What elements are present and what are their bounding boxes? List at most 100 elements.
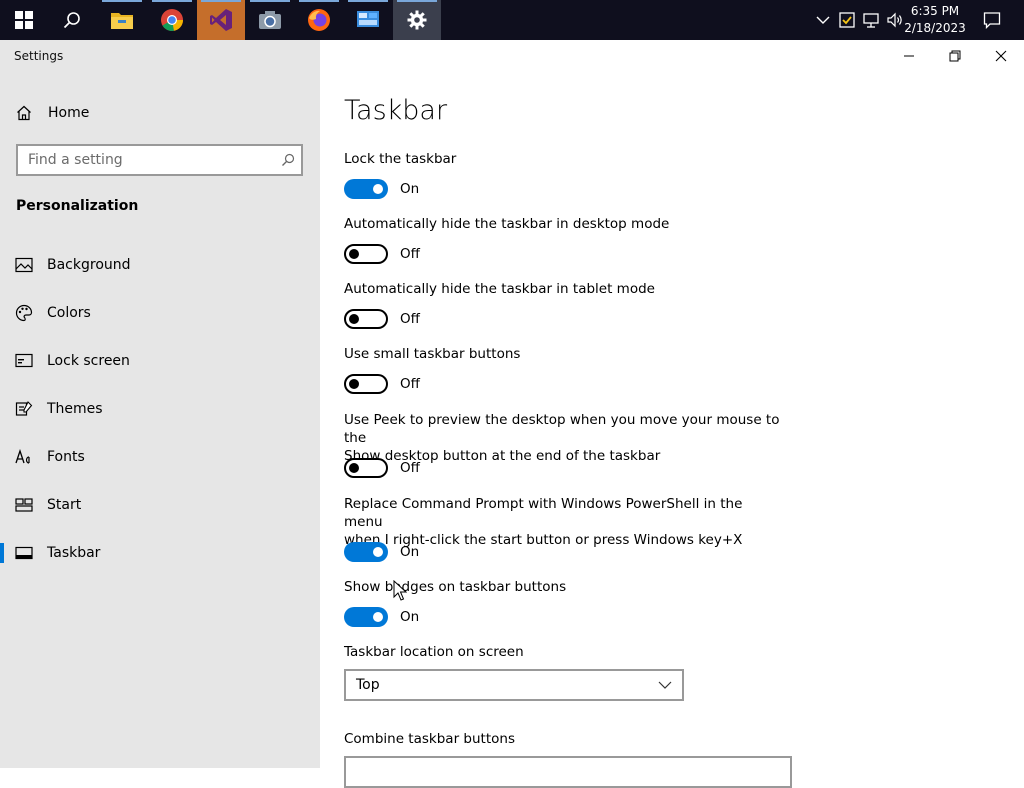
toggle-knob bbox=[373, 184, 383, 194]
sidebar: Settings Home Personalization bbox=[0, 40, 320, 768]
lock-taskbar-label: Lock the taskbar bbox=[344, 151, 457, 167]
badges-toggle[interactable] bbox=[344, 607, 388, 627]
toggle-state-text: Off bbox=[400, 246, 420, 262]
sidebar-item-fonts[interactable]: Fonts bbox=[0, 437, 320, 477]
combine-buttons-dropdown[interactable] bbox=[344, 756, 792, 788]
lock-screen-icon bbox=[0, 353, 47, 369]
clock-button[interactable]: 6:35 PM 2/18/2023 bbox=[900, 3, 970, 37]
sidebar-item-label: Taskbar bbox=[47, 545, 101, 561]
toggle-knob bbox=[349, 249, 359, 259]
file-explorer-button[interactable] bbox=[98, 0, 146, 40]
minimize-icon bbox=[904, 55, 914, 57]
powershell-toggle-row: On bbox=[344, 541, 419, 563]
notifications-icon bbox=[983, 12, 1001, 29]
restore-icon bbox=[949, 50, 961, 62]
sidebar-item-label: Start bbox=[47, 497, 82, 513]
combine-label: Combine taskbar buttons bbox=[344, 731, 515, 747]
taskbar-location-dropdown[interactable]: Top bbox=[344, 669, 684, 701]
taskbar-icon bbox=[0, 546, 47, 560]
search-icon[interactable] bbox=[281, 152, 295, 171]
start-button[interactable] bbox=[0, 0, 48, 40]
badges-label: Show badges on taskbar buttons bbox=[344, 579, 567, 595]
sidebar-item-label: Colors bbox=[47, 305, 91, 321]
dropdown-value: Top bbox=[356, 677, 380, 693]
toggle-state-text: Off bbox=[400, 376, 420, 392]
network-button[interactable] bbox=[860, 0, 882, 40]
small-buttons-toggle[interactable] bbox=[344, 374, 388, 394]
home-icon bbox=[0, 105, 48, 121]
sidebar-item-label: Themes bbox=[47, 401, 103, 417]
sidebar-item-colors[interactable]: Colors bbox=[0, 293, 320, 333]
toggle-knob bbox=[373, 612, 383, 622]
toggle-knob bbox=[349, 463, 359, 473]
chrome-button[interactable] bbox=[148, 0, 196, 40]
settings-window: Settings Home Personalization bbox=[0, 40, 1024, 788]
peek-label-line1: Use Peek to preview the desktop when you… bbox=[344, 412, 780, 446]
toggle-knob bbox=[349, 314, 359, 324]
search-button[interactable] bbox=[48, 0, 96, 40]
firefox-icon bbox=[308, 9, 330, 31]
badges-toggle-row: On bbox=[344, 606, 419, 628]
toggle-state-text: On bbox=[400, 181, 420, 197]
find-setting-input[interactable] bbox=[18, 146, 270, 174]
start-icon bbox=[15, 11, 33, 29]
toggle-state-text: Off bbox=[400, 460, 420, 476]
autohide-desktop-toggle[interactable] bbox=[344, 244, 388, 264]
autohide-tablet-label: Automatically hide the taskbar in tablet… bbox=[344, 281, 655, 297]
powershell-label-line1: Replace Command Prompt with Windows Powe… bbox=[344, 496, 743, 530]
restore-button[interactable] bbox=[932, 40, 978, 72]
settings-button[interactable] bbox=[393, 0, 441, 40]
sidebar-item-background[interactable]: Background bbox=[0, 245, 320, 285]
file-explorer-icon bbox=[111, 13, 133, 29]
sidebar-item-taskbar[interactable]: Taskbar bbox=[0, 533, 320, 573]
firefox-button[interactable] bbox=[295, 0, 343, 40]
sidebar-item-themes[interactable]: Themes bbox=[0, 389, 320, 429]
sidebar-item-label: Fonts bbox=[47, 449, 85, 465]
toggle-knob bbox=[373, 547, 383, 557]
toggle-state-text: Off bbox=[400, 311, 420, 327]
autohide-desktop-label: Automatically hide the taskbar in deskto… bbox=[344, 216, 670, 232]
close-icon bbox=[995, 50, 1007, 62]
autohide-tablet-toggle-row: Off bbox=[344, 308, 420, 330]
small-buttons-label: Use small taskbar buttons bbox=[344, 346, 521, 362]
clock-time: 6:35 PM bbox=[910, 4, 960, 18]
chevron-down-icon bbox=[658, 681, 672, 689]
control-panel-button[interactable] bbox=[344, 0, 392, 40]
search-box bbox=[16, 144, 303, 176]
picture-icon bbox=[0, 257, 47, 273]
control-panel-icon bbox=[357, 11, 379, 27]
toggle-state-text: On bbox=[400, 609, 420, 625]
visual-studio-icon bbox=[210, 9, 232, 31]
camera-icon bbox=[259, 11, 281, 29]
visual-studio-button[interactable] bbox=[197, 0, 245, 40]
lock-taskbar-toggle[interactable] bbox=[344, 179, 388, 199]
tray-app-button[interactable] bbox=[836, 0, 858, 40]
sidebar-item-home[interactable]: Home bbox=[0, 96, 320, 130]
location-label: Taskbar location on screen bbox=[344, 644, 524, 660]
sidebar-item-label: Background bbox=[47, 257, 131, 273]
show-hidden-icons-button[interactable] bbox=[812, 0, 834, 40]
chrome-icon bbox=[161, 9, 183, 31]
toggle-knob bbox=[349, 379, 359, 389]
camera-button[interactable] bbox=[246, 0, 294, 40]
themes-brush-icon bbox=[0, 400, 47, 418]
peek-toggle-row: Off bbox=[344, 457, 420, 479]
mouse-cursor-icon bbox=[393, 580, 407, 601]
security-shield-icon bbox=[839, 12, 855, 28]
powershell-toggle[interactable] bbox=[344, 542, 388, 562]
sidebar-item-start[interactable]: Start bbox=[0, 485, 320, 525]
action-center-button[interactable] bbox=[978, 0, 1006, 40]
window-title: Settings bbox=[14, 49, 64, 63]
peek-toggle[interactable] bbox=[344, 458, 388, 478]
minimize-button[interactable] bbox=[886, 40, 932, 72]
section-title: Personalization bbox=[16, 198, 139, 214]
close-button[interactable] bbox=[978, 40, 1024, 72]
lock-taskbar-toggle-row: On bbox=[344, 178, 419, 200]
page-title: Taskbar bbox=[344, 95, 448, 126]
autohide-tablet-toggle[interactable] bbox=[344, 309, 388, 329]
start-tiles-icon bbox=[0, 497, 47, 513]
sidebar-item-lock-screen[interactable]: Lock screen bbox=[0, 341, 320, 381]
sidebar-item-label: Lock screen bbox=[47, 353, 130, 369]
small-buttons-toggle-row: Off bbox=[344, 373, 420, 395]
toggle-state-text: On bbox=[400, 544, 420, 560]
